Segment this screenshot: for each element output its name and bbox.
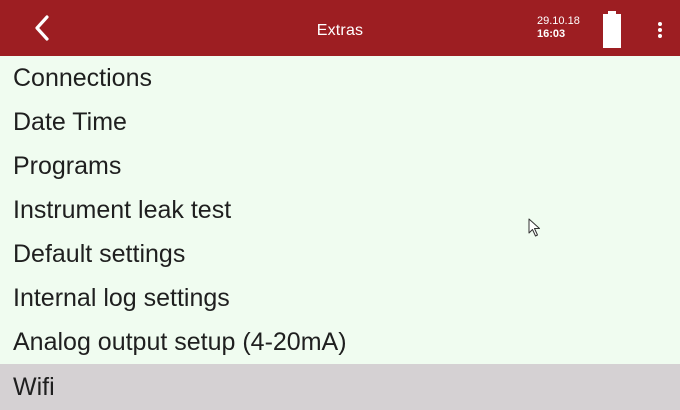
menu-item-programs[interactable]: Programs [0,144,680,188]
menu-item-connections[interactable]: Connections [0,56,680,100]
menu-item-internal-log-settings[interactable]: Internal log settings [0,276,680,320]
more-options-button[interactable] [648,14,672,44]
menu-item-analog-output-setup[interactable]: Analog output setup (4-20mA) [0,320,680,364]
battery-full-icon [601,11,623,49]
status-date: 29.10.18 [537,15,580,27]
extras-menu-list: Connections Date Time Programs Instrumen… [0,56,680,410]
app-header: Extras 29.10.18 16:03 [0,0,680,56]
menu-item-date-time[interactable]: Date Time [0,100,680,144]
status-datetime: 29.10.18 16:03 [537,15,580,41]
menu-item-default-settings[interactable]: Default settings [0,232,680,276]
menu-item-wifi[interactable]: Wifi [0,364,680,410]
menu-item-instrument-leak-test[interactable]: Instrument leak test [0,188,680,232]
status-time: 16:03 [537,28,566,40]
